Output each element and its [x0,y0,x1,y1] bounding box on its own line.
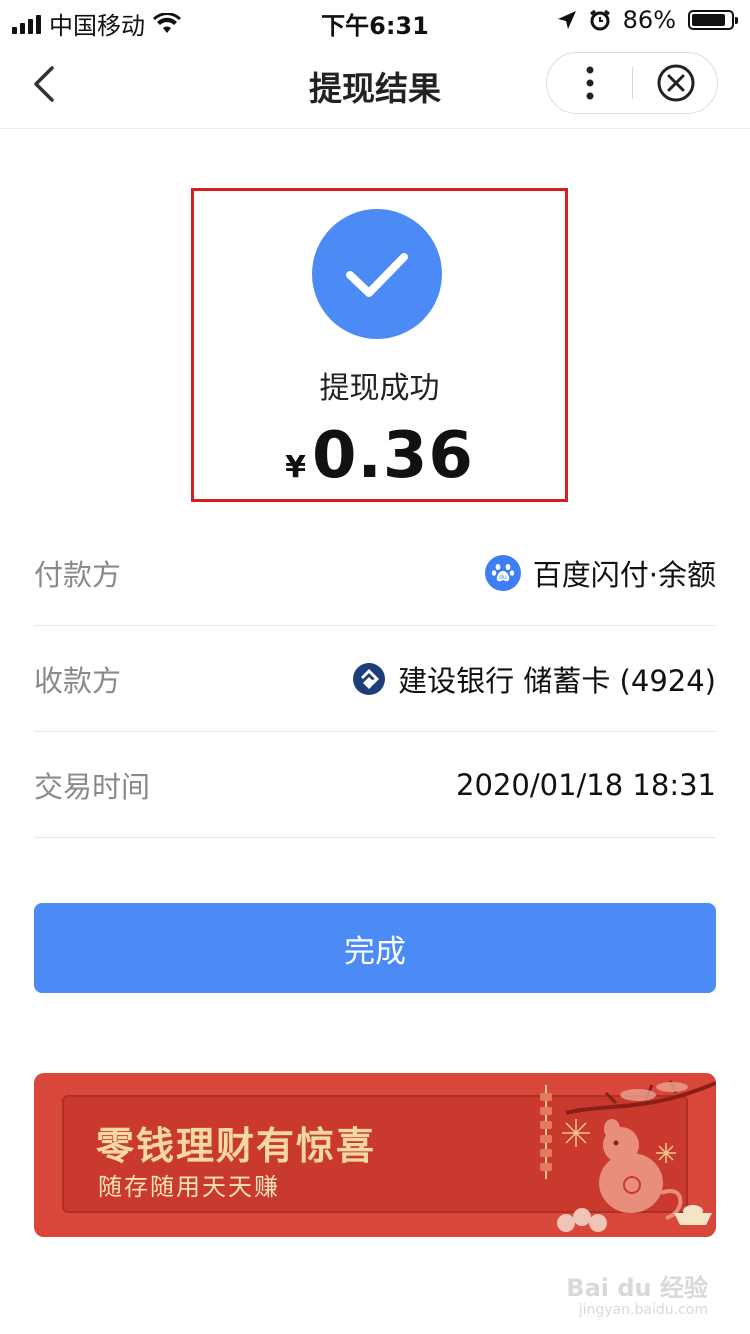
nav-bar: 提现结果 [0,40,750,129]
result-status: 提现成功 [319,371,440,406]
time-value: 2020/01/18 18:31 [456,767,716,802]
checkmark-icon [346,253,408,297]
promo-banner[interactable]: 零钱理财有惊喜 随存随用天天赚 [34,1073,716,1237]
check-circle-icon [312,209,442,339]
more-button[interactable] [547,53,633,113]
transaction-details: 付款方 du 百度闪付·余额 收款方 建设银行 储蓄卡 (4924) 交易时间 … [34,520,716,838]
baidu-jingyan-watermark: Bai du 经验 [566,1274,708,1302]
currency-symbol: ¥ [285,450,306,485]
result-highlight-box: 提现成功 ¥0.36 [191,188,568,502]
svg-text:du: du [499,574,507,581]
amount-value: 0.36 [311,419,474,493]
detail-row-time: 交易时间 2020/01/18 18:31 [34,732,716,838]
amount-display: ¥0.36 [194,419,565,493]
detail-row-payee: 收款方 建设银行 储蓄卡 (4924) [34,626,716,732]
banner-subtitle: 随存随用天天赚 [98,1173,280,1201]
battery-icon [688,10,738,30]
payer-label: 付款方 [34,557,122,592]
alarm-clock-icon [589,9,610,31]
payer-value: 百度闪付·余额 [532,557,716,592]
more-vertical-icon [586,66,594,100]
banner-title: 零钱理财有惊喜 [96,1124,377,1168]
status-bar: 中国移动 下午6:31 86% [0,0,750,40]
payee-value: 建设银行 储蓄卡 (4924) [398,663,716,698]
ccb-bank-icon [353,662,386,695]
time-label: 交易时间 [34,769,151,804]
battery-percent: 86% [622,6,676,34]
rat-papercut-illustration [540,1080,716,1232]
close-circle-icon [657,64,695,102]
miniapp-capsule [546,52,718,114]
status-right: 86% [557,6,738,34]
payer-value-group: du 百度闪付·余额 [484,552,716,594]
payee-value-group: 建设银行 储蓄卡 (4924) [352,658,716,700]
watermark-url: jingyan.baidu.com [578,1302,708,1318]
done-button[interactable]: 完成 [34,903,716,993]
baidu-paw-icon: du [484,554,521,591]
location-arrow-icon [557,11,576,29]
detail-row-payer: 付款方 du 百度闪付·余额 [34,520,716,626]
battery-fill [692,14,725,26]
payee-label: 收款方 [34,663,122,698]
close-button[interactable] [633,53,719,113]
